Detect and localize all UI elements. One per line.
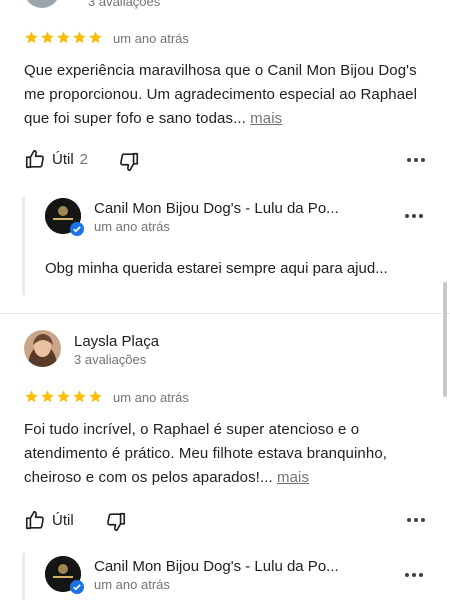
star-icon <box>41 390 54 403</box>
star-icon <box>73 31 86 44</box>
thumbs-up-icon <box>25 510 44 530</box>
star-icon <box>73 390 86 403</box>
review-time: um ano atrás <box>113 390 189 405</box>
helpful-button[interactable]: Útil <box>24 509 74 531</box>
more-link[interactable]: mais <box>277 469 309 486</box>
reply-more-options-icon[interactable] <box>405 214 423 218</box>
review-more-options-icon[interactable] <box>407 518 425 522</box>
thumbs-down-icon <box>107 512 126 532</box>
rating-stars <box>24 30 103 45</box>
not-helpful-button[interactable] <box>118 151 140 178</box>
reviewer-review-count: 3 avaliações <box>74 352 147 367</box>
scrollbar[interactable] <box>443 282 447 397</box>
review-body: Que experiência maravilhosa que o Canil … <box>24 62 418 127</box>
star-icon <box>41 31 54 44</box>
review-text[interactable]: Que experiência maravilhosa que o Canil … <box>24 59 424 131</box>
verified-icon <box>70 580 84 599</box>
reply-time: um ano atrás <box>94 219 170 234</box>
more-link[interactable]: mais <box>250 110 282 127</box>
star-icon <box>25 390 38 403</box>
review-more-options-icon[interactable] <box>407 158 425 162</box>
thumbs-up-icon <box>25 149 44 169</box>
helpful-count: 2 <box>79 150 89 168</box>
owner-name[interactable]: Canil Mon Bijou Dog's - Lulu da Po... <box>94 558 339 576</box>
reply-indicator-bar <box>22 553 25 600</box>
helpful-label: Útil <box>52 511 74 529</box>
star-icon <box>89 390 102 403</box>
verified-icon <box>70 222 84 241</box>
reply-text[interactable]: Obg minha querida estarei sempre aqui pa… <box>45 259 388 279</box>
helpful-label: Útil <box>52 150 74 168</box>
reviewer-avatar[interactable] <box>24 330 61 367</box>
owner-name[interactable]: Canil Mon Bijou Dog's - Lulu da Po... <box>94 200 339 218</box>
review-body: Foi tudo incrível, o Raphael é super ate… <box>24 421 388 486</box>
star-icon <box>57 390 70 403</box>
reviewer-review-count: 3 avaliações <box>88 0 161 9</box>
reviewer-name[interactable]: Laysla Plaça <box>74 333 159 351</box>
reply-time: um ano atrás <box>94 577 170 592</box>
reviewer-avatar[interactable] <box>24 0 60 8</box>
star-icon <box>89 31 102 44</box>
reply-more-options-icon[interactable] <box>405 573 423 577</box>
star-icon <box>25 31 38 44</box>
thumbs-down-icon <box>120 152 139 172</box>
review-time: um ano atrás <box>113 31 189 46</box>
not-helpful-button[interactable] <box>105 511 127 538</box>
user-photo-icon <box>24 330 61 367</box>
rating-stars <box>24 389 103 404</box>
star-icon <box>57 31 70 44</box>
review-divider <box>0 313 450 314</box>
helpful-button[interactable]: Útil 2 <box>24 148 88 170</box>
reply-indicator-bar <box>22 197 25 295</box>
review-text[interactable]: Foi tudo incrível, o Raphael é super ate… <box>24 418 424 490</box>
